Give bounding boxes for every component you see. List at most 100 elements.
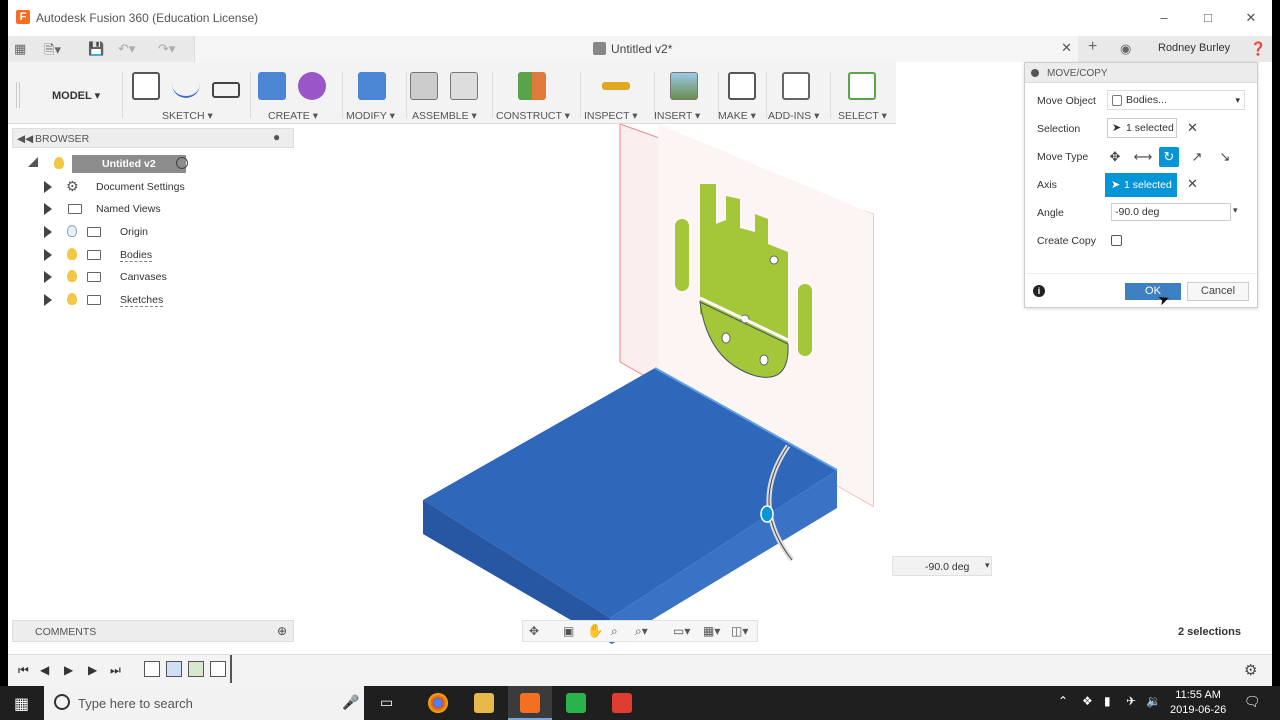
measure-icon[interactable] — [602, 82, 630, 90]
zoom-icon[interactable]: ⌕ — [611, 624, 618, 639]
extrude-icon[interactable] — [258, 72, 286, 100]
chrome-icon[interactable] — [428, 693, 448, 713]
camtasia-red-icon[interactable] — [612, 693, 632, 713]
user-name[interactable]: Rodney Burley — [1158, 42, 1230, 54]
minimize-button[interactable]: – — [1154, 8, 1174, 28]
expand-triangle-icon[interactable] — [44, 271, 52, 283]
insert-group[interactable]: INSERT ▾ — [654, 70, 716, 122]
rotate-icon[interactable]: ↻ — [1159, 147, 1179, 167]
point-to-point-icon[interactable]: ↗ — [1187, 147, 1207, 167]
sketch-group[interactable]: SKETCH ▾ — [128, 70, 246, 122]
canvas-image-icon[interactable] — [670, 72, 698, 100]
browser-root[interactable]: Untitled v2 — [12, 154, 294, 174]
move-object-dropdown[interactable]: Bodies... ▾ — [1107, 90, 1245, 110]
angle-input[interactable]: -90.0 deg — [1111, 203, 1231, 221]
angle-viewport-box[interactable]: -90.0 deg ▾ — [892, 556, 992, 576]
create-copy-checkbox[interactable] — [1111, 235, 1122, 246]
viewports-icon[interactable]: ◫▾ — [731, 624, 748, 638]
info-icon[interactable]: i — [1033, 285, 1045, 297]
new-tab-plus-icon[interactable]: + — [1088, 38, 1097, 56]
browser-header[interactable]: ◀◀ BROWSER ● — [12, 128, 294, 148]
select-group[interactable]: SELECT ▾ — [836, 70, 892, 122]
timeline-canvas-feature-icon[interactable] — [188, 661, 204, 677]
redo-icon[interactable]: ↷▾ — [158, 41, 175, 57]
point-to-position-icon[interactable]: ↘ — [1215, 147, 1235, 167]
chevron-down-icon[interactable]: ▾ — [985, 560, 990, 571]
browser-item-document-settings[interactable]: ⚙ Document Settings — [12, 177, 294, 197]
step-back-icon[interactable]: ◀ — [40, 663, 49, 677]
browser-item-sketches[interactable]: Sketches — [12, 290, 294, 310]
timeline-sketch-feature-icon[interactable] — [144, 661, 160, 677]
add-comment-icon[interactable]: ⊕ — [277, 624, 287, 638]
toolbar-grip[interactable] — [16, 82, 20, 108]
clear-selection-icon[interactable]: ✕ — [1187, 120, 1198, 136]
go-to-start-icon[interactable]: ⏮ — [18, 663, 29, 678]
cancel-button[interactable]: Cancel — [1187, 282, 1249, 301]
task-view-icon[interactable]: ▭ — [380, 694, 393, 711]
press-pull-icon[interactable] — [358, 72, 386, 100]
close-tab-icon[interactable]: ✕ — [1061, 40, 1072, 56]
timeline-extrude-feature-icon[interactable] — [166, 661, 182, 677]
create-sketch-icon[interactable] — [132, 72, 160, 100]
browser-item-origin[interactable]: Origin — [12, 222, 294, 242]
help-icon[interactable]: ❓ — [1250, 41, 1266, 57]
save-icon[interactable]: 💾 — [88, 41, 104, 57]
battery-icon[interactable]: ▮ — [1104, 694, 1111, 708]
file-menu-icon[interactable]: 🗎▾ — [44, 41, 61, 63]
add-ins-group[interactable]: ADD-INS ▾ — [768, 70, 830, 122]
grid-icon[interactable]: ▦▾ — [703, 624, 720, 638]
visibility-bulb-icon[interactable] — [67, 293, 77, 305]
construct-group[interactable]: CONSTRUCT ▾ — [496, 70, 576, 122]
expand-triangle-icon[interactable] — [44, 249, 52, 261]
new-component-icon[interactable] — [410, 72, 438, 100]
look-at-icon[interactable]: ▣ — [563, 624, 574, 638]
free-move-icon[interactable]: ✥ — [1105, 147, 1125, 167]
display-settings-icon[interactable]: ▭▾ — [673, 624, 690, 638]
document-tab[interactable]: Untitled v2* ✕ — [194, 36, 1078, 62]
close-window-button[interactable]: ✕ — [1241, 8, 1261, 28]
expand-triangle-icon[interactable] — [44, 181, 52, 193]
modify-group[interactable]: MODIFY ▾ — [344, 70, 404, 122]
axis-select-button[interactable]: ➤ 1 selected — [1105, 173, 1177, 197]
undo-icon[interactable]: ↶▾ — [118, 41, 135, 57]
offset-plane-icon[interactable] — [518, 72, 546, 100]
comments-panel[interactable]: COMMENTS ⊕ — [12, 620, 294, 642]
make-group[interactable]: MAKE ▾ — [718, 70, 766, 122]
dropbox-icon[interactable]: ❖ — [1082, 694, 1093, 708]
step-forward-icon[interactable]: ▶ — [88, 663, 97, 677]
browser-pin-icon[interactable]: ● — [273, 130, 280, 144]
microphone-icon[interactable]: 🎤 — [342, 694, 359, 711]
windows-start-icon[interactable]: ▦ — [14, 694, 29, 714]
timeline-move-feature-icon[interactable] — [210, 661, 226, 677]
airplane-mode-icon[interactable]: ✈ — [1126, 694, 1136, 708]
ok-button[interactable]: OK — [1125, 283, 1181, 300]
job-status-icon[interactable]: ◉ — [1120, 41, 1131, 57]
volume-icon[interactable]: 🔉 — [1146, 694, 1161, 708]
workspace-switcher[interactable]: MODEL ▾ — [52, 89, 100, 102]
form-icon[interactable] — [298, 72, 326, 100]
timeline-marker[interactable] — [230, 655, 232, 683]
expand-triangle-icon[interactable] — [44, 226, 52, 238]
rectangle-icon[interactable] — [212, 82, 240, 98]
activate-radio-icon[interactable] — [176, 157, 188, 169]
select-cursor-icon[interactable] — [848, 72, 876, 100]
hidden-bulb-icon[interactable] — [67, 225, 77, 237]
orbit-icon[interactable]: ✥ — [529, 624, 539, 638]
collapse-browser-icon[interactable]: ◀◀ — [17, 133, 33, 145]
maximize-button[interactable]: □ — [1198, 8, 1218, 28]
timeline-settings-gear-icon[interactable]: ⚙ — [1244, 661, 1257, 679]
selection-button[interactable]: ➤ 1 selected — [1107, 118, 1177, 138]
viewport-angle-input[interactable]: -90.0 deg — [925, 561, 969, 573]
pan-hand-icon[interactable]: ✋ — [587, 623, 603, 639]
camtasia-green-icon[interactable] — [566, 693, 586, 713]
tray-chevron-up-icon[interactable]: ⌃ — [1058, 694, 1068, 708]
expanded-triangle-icon[interactable] — [28, 157, 38, 167]
visibility-bulb-icon[interactable] — [67, 270, 77, 282]
dialog-header[interactable]: MOVE/COPY — [1025, 63, 1257, 83]
inspect-group[interactable]: INSPECT ▾ — [584, 70, 650, 122]
create-group[interactable]: CREATE ▾ — [256, 70, 338, 122]
collapse-dialog-icon[interactable] — [1031, 69, 1039, 77]
action-center-icon[interactable]: 🗨 — [1244, 694, 1261, 710]
go-to-end-icon[interactable]: ⏭ — [110, 663, 121, 678]
joint-icon[interactable] — [450, 72, 478, 100]
